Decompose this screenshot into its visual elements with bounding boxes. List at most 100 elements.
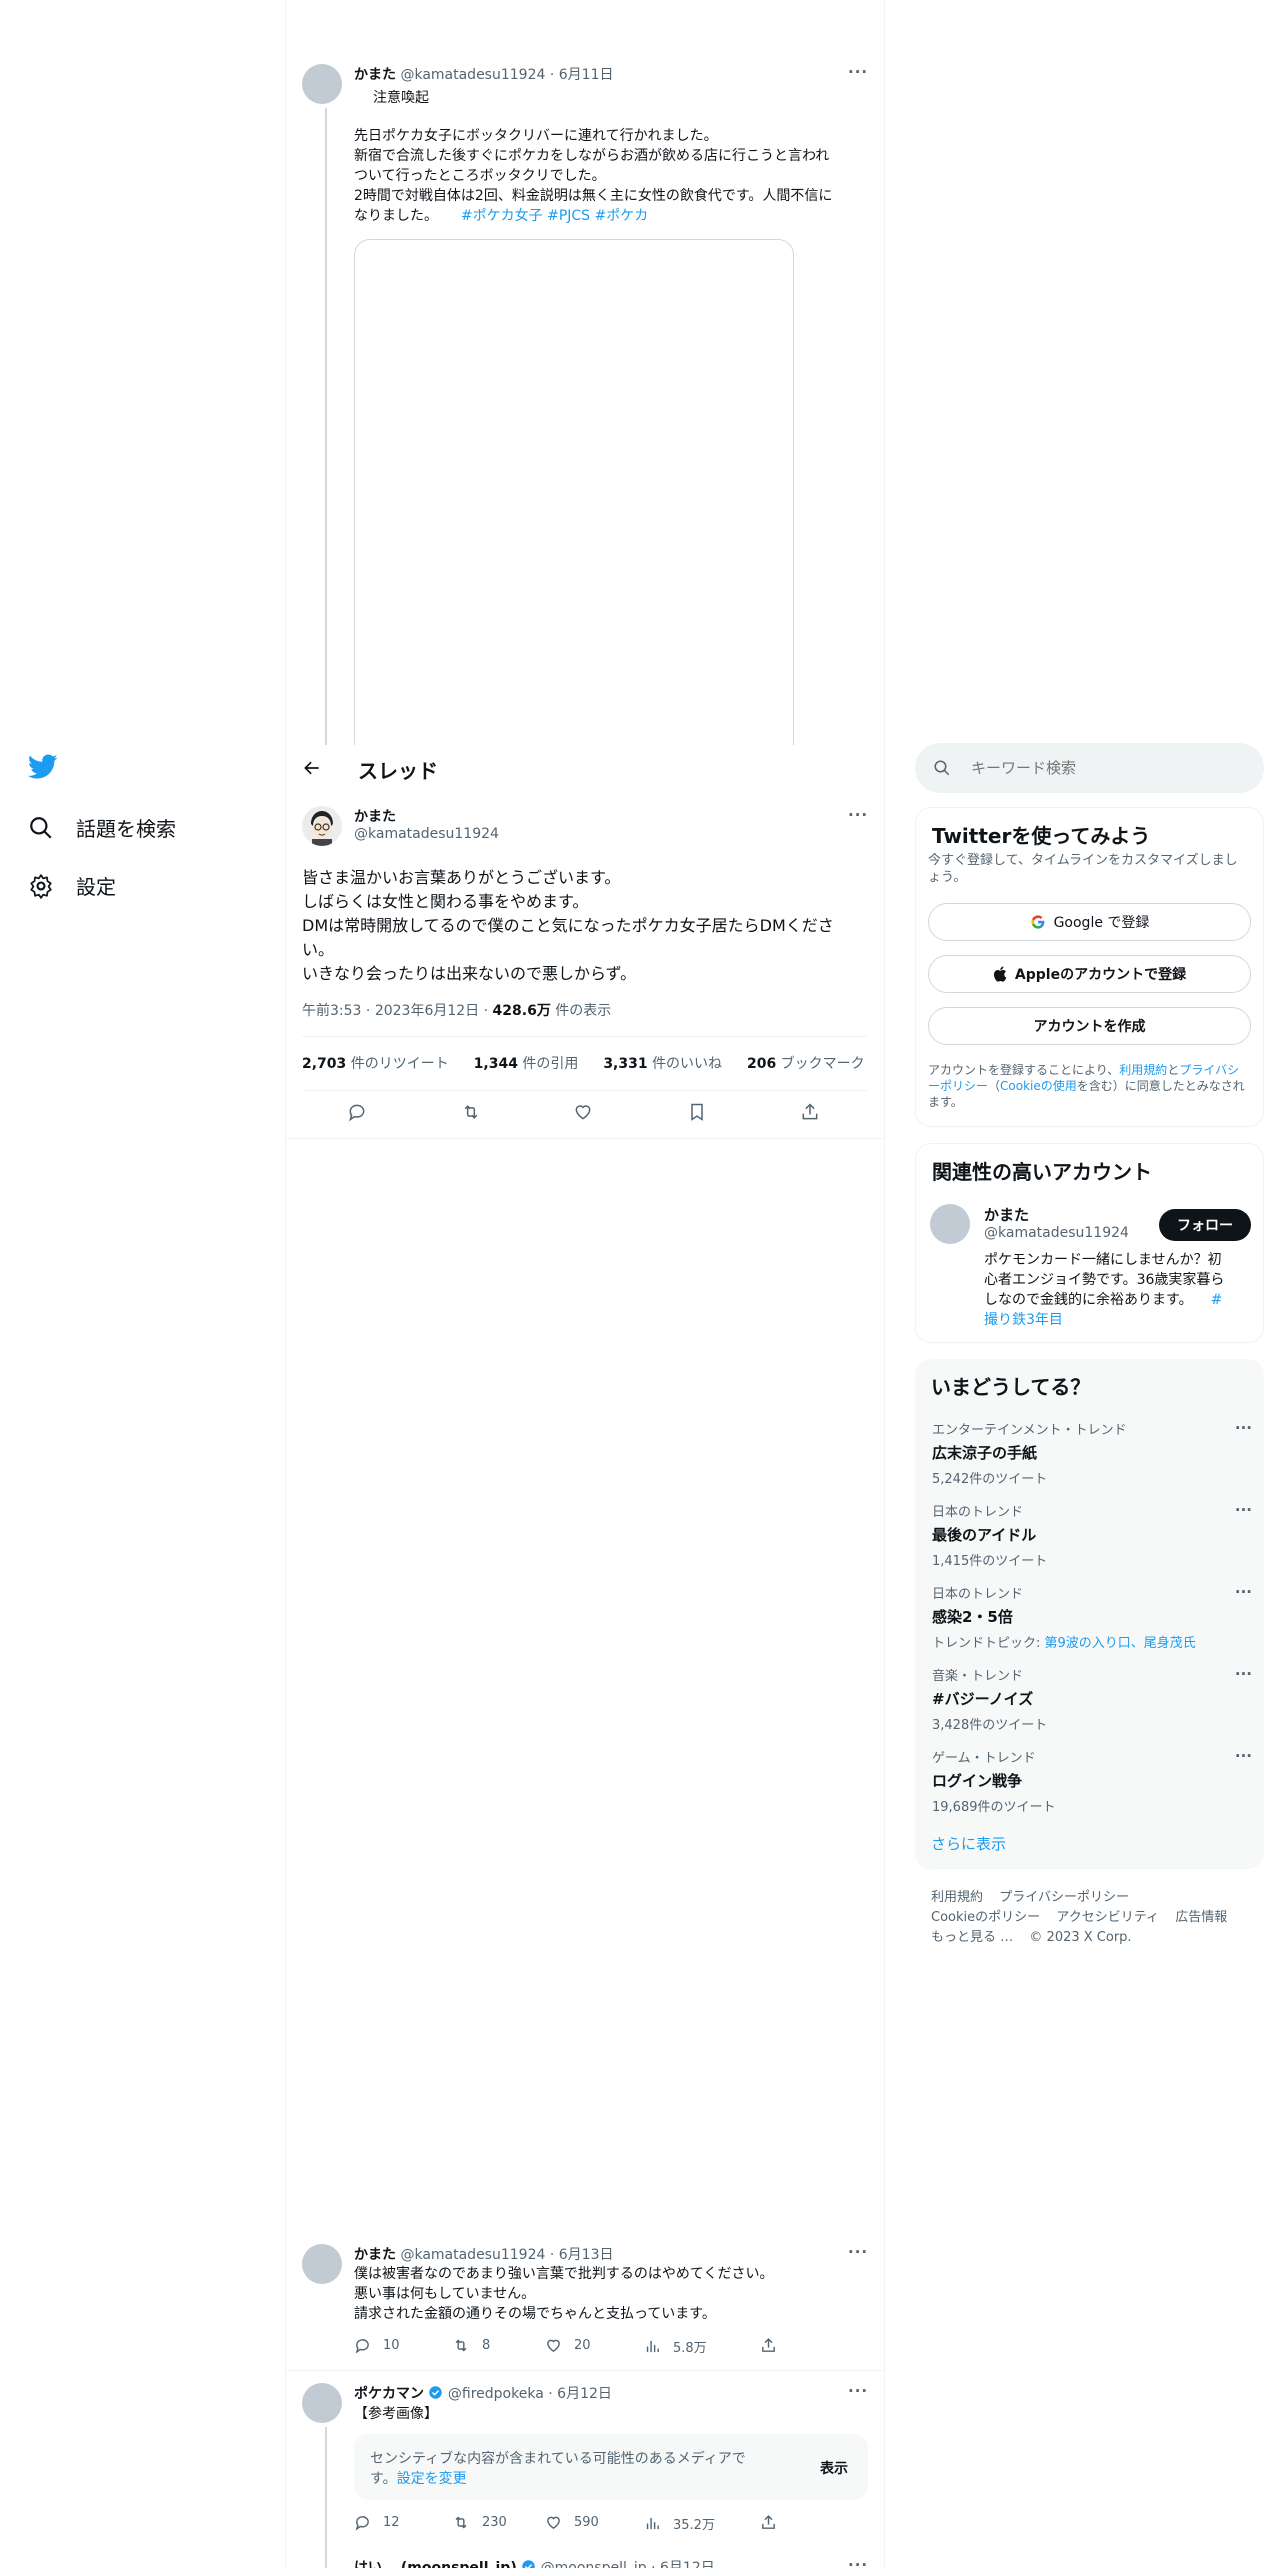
cookie-link[interactable]: Cookieの使用 [1000, 1079, 1077, 1093]
more-icon[interactable]: ··· [848, 63, 868, 81]
media-card[interactable] [354, 239, 794, 759]
apple-signup-button[interactable]: Appleのアカウントで登録 [928, 955, 1251, 993]
footer-link[interactable]: 広告情報 [1175, 1910, 1227, 1925]
hashtag-link[interactable]: 撮り鉄3年目 [984, 1310, 1256, 1330]
handle[interactable]: @kamatadesu11924 [400, 2247, 545, 2263]
search-box[interactable] [915, 743, 1264, 793]
stat-count: 2,703 [302, 1056, 347, 1072]
footer-link[interactable]: 利用規約 [931, 1890, 983, 1905]
retweet-action[interactable]: 230 [452, 2514, 507, 2531]
more-icon[interactable]: ··· [1235, 1501, 1252, 1519]
trend-item[interactable]: 日本のトレンド 感染2・5倍 トレンドトピック: 第9波の入り口、尾身茂氏 ··… [932, 1583, 1252, 1651]
avatar[interactable] [302, 2383, 342, 2423]
retweets-stat[interactable]: 2,703 件のリツイート [302, 1056, 449, 1072]
more-icon[interactable]: ··· [1235, 1665, 1252, 1683]
display-name[interactable]: はい… (moonspell_jp) [354, 2560, 517, 2568]
back-arrow-icon[interactable] [302, 758, 322, 778]
show-more-link[interactable]: さらに表示 [931, 1833, 1006, 1854]
related-handle[interactable]: @kamatadesu11924 [984, 1225, 1129, 1241]
tweet-text: 先日ポケカ女子にボッタクリバーに連れて行かれました。 新宿で合流した後すぐにポケ… [354, 126, 874, 226]
retweet-icon[interactable] [460, 1102, 482, 1122]
views-count: 5.8万 [673, 2341, 707, 2356]
footer-link[interactable]: Cookieのポリシー [931, 1910, 1040, 1925]
footer-more-link[interactable]: もっと見る … [931, 1930, 1013, 1945]
more-icon[interactable]: ··· [848, 2243, 868, 2261]
stat-label: 件の引用 [522, 1056, 579, 1072]
more-icon[interactable]: ··· [848, 2556, 868, 2568]
avatar[interactable] [302, 806, 342, 846]
trend-item[interactable]: エンターテインメント・トレンド 広末涼子の手紙 5,242件のツイート ··· [932, 1419, 1252, 1487]
hashtag-link[interactable]: #ポケカ女子 [461, 208, 543, 224]
share-icon[interactable] [760, 2514, 777, 2531]
tweet-date[interactable]: 6月11日 [559, 67, 614, 83]
bio-line: ポケモンカード一緒にしませんか？初 [984, 1252, 1222, 1268]
terms-link[interactable]: 利用規約 [1119, 1063, 1167, 1077]
views-action[interactable]: 5.8万 [644, 2337, 707, 2356]
handle[interactable]: @kamatadesu11924 [400, 67, 545, 83]
nav-settings-label: 設定 [76, 875, 116, 899]
reply-action[interactable]: 12 [354, 2514, 400, 2531]
trend-item[interactable]: ゲーム・トレンド ログイン戦争 19,689件のツイート ··· [932, 1747, 1252, 1815]
google-signup-button[interactable]: Google で登録 [928, 903, 1251, 941]
more-icon[interactable]: ··· [848, 806, 868, 824]
like-icon[interactable] [573, 1102, 593, 1122]
hashtag-link[interactable]: #PJCS [547, 208, 590, 224]
trend-topic-link[interactable]: 第9波の入り口、尾身茂氏 [1045, 1636, 1196, 1651]
reply-count: 12 [383, 2515, 400, 2530]
follow-button[interactable]: フォロー [1159, 1209, 1251, 1241]
footer-link[interactable]: プライバシーポリシー [999, 1890, 1129, 1905]
bookmarks-stat[interactable]: 206 ブックマーク [747, 1056, 865, 1072]
tweet-date[interactable]: 2023年6月12日 [375, 1003, 479, 1019]
tweet-text-line: いきなり会ったりは出来ないので悪しからず。 [302, 964, 637, 983]
search-input[interactable] [971, 755, 1241, 781]
create-account-button[interactable]: アカウントを作成 [928, 1007, 1251, 1045]
bookmark-icon[interactable] [687, 1102, 707, 1122]
tweet-date[interactable]: 6月12日 [557, 2386, 612, 2402]
avatar[interactable] [930, 1204, 970, 1244]
more-icon[interactable]: ··· [1235, 1747, 1252, 1765]
reply-action[interactable]: 10 [354, 2337, 400, 2354]
twitter-logo[interactable] [27, 754, 60, 782]
display-name[interactable]: かまた [354, 806, 396, 826]
show-media-button[interactable]: 表示 [820, 2458, 848, 2478]
related-display-name[interactable]: かまた [984, 1204, 1029, 1225]
tweet-date[interactable]: 6月13日 [559, 2247, 614, 2263]
more-icon[interactable]: ··· [1235, 1583, 1252, 1601]
handle[interactable]: @moonspell_jp [541, 2560, 647, 2568]
change-settings-link[interactable]: 設定を変更 [397, 2471, 467, 2487]
copyright: © 2023 X Corp. [1029, 1930, 1132, 1945]
reply-icon[interactable] [347, 1102, 367, 1122]
more-icon[interactable]: ··· [848, 2382, 868, 2400]
more-icon[interactable]: ··· [1235, 1419, 1252, 1437]
handle[interactable]: @firedpokeka [448, 2386, 544, 2402]
stat-label: 件のいいね [652, 1056, 723, 1072]
hashtag-link[interactable]: #ポケカ [595, 208, 649, 224]
avatar[interactable] [302, 64, 342, 104]
nav-explore[interactable]: 話題を検索 [28, 813, 176, 842]
stat-label: 件のリツイート [350, 1056, 449, 1072]
tweet-time[interactable]: 午前3:53 [302, 1003, 361, 1019]
trend-item[interactable]: 日本のトレンド 最後のアイドル 1,415件のツイート ··· [932, 1501, 1252, 1569]
trends-title: いまどうしてる？ [931, 1375, 1091, 1399]
avatar[interactable] [302, 2244, 342, 2284]
tweet-text-line: 皆さま温かいお言葉ありがとうございます。 [302, 868, 621, 887]
retweet-action[interactable]: 8 [452, 2337, 490, 2354]
handle[interactable]: @kamatadesu11924 [354, 826, 499, 842]
like-icon [547, 2339, 560, 2353]
reply-icon [355, 2516, 369, 2531]
like-action[interactable]: 20 [545, 2337, 591, 2354]
likes-stat[interactable]: 3,331 件のいいね [603, 1056, 722, 1072]
tweet-date[interactable]: 6月12日 [660, 2560, 715, 2568]
like-action[interactable]: 590 [545, 2514, 599, 2531]
views-action[interactable]: 35.2万 [644, 2514, 715, 2533]
display-name[interactable]: ポケカマン [354, 2386, 424, 2402]
nav-settings[interactable]: 設定 [28, 871, 116, 900]
display-name[interactable]: かまた [354, 67, 396, 83]
quotes-stat[interactable]: 1,344 件の引用 [474, 1056, 579, 1072]
footer-link[interactable]: アクセシビリティ [1056, 1910, 1159, 1925]
share-icon[interactable] [760, 2337, 777, 2354]
share-icon[interactable] [800, 1102, 820, 1122]
trend-item[interactable]: 音楽・トレンド #バジーノイズ 3,428件のツイート ··· [932, 1665, 1252, 1733]
display-name[interactable]: かまた [354, 2247, 396, 2263]
hashtag-link[interactable]: # [1211, 1292, 1223, 1308]
